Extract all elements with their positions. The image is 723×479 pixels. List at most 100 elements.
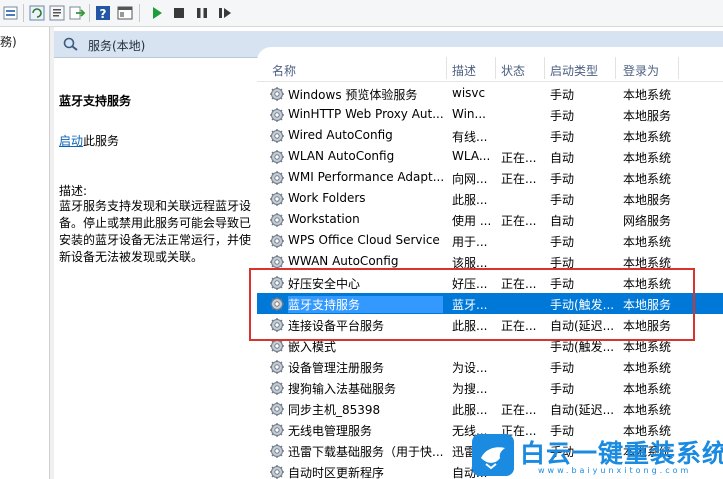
service-row[interactable]: 同步主机_85398 此服... 正在... 自动(延迟... 本地系统 bbox=[257, 398, 723, 419]
service-name: WinHTTP Web Proxy Aut... bbox=[288, 107, 443, 121]
service-gear-icon bbox=[269, 233, 285, 252]
service-startup-type: 手动 bbox=[550, 193, 575, 207]
svg-text:?: ? bbox=[100, 7, 107, 21]
restart-icon[interactable] bbox=[216, 4, 234, 22]
service-row[interactable]: Work Folders 此服... 手动 本地服务 bbox=[257, 188, 723, 209]
service-logon-as: 本地系统 bbox=[623, 403, 672, 417]
column-header-status[interactable]: 状态 bbox=[501, 62, 525, 79]
service-gear-icon bbox=[269, 170, 285, 189]
service-status: 正在... bbox=[501, 214, 537, 228]
column-header-name[interactable]: 名称 bbox=[272, 62, 296, 79]
service-startup-type: 手动 bbox=[550, 109, 575, 123]
back-icon[interactable] bbox=[2, 4, 20, 22]
service-startup-type: 手动 bbox=[550, 88, 575, 102]
service-name: 迅雷下载基础服务（用于快... bbox=[288, 445, 443, 459]
service-gear-icon bbox=[269, 149, 285, 168]
service-name: Work Folders bbox=[288, 191, 366, 205]
service-gear-icon bbox=[269, 212, 285, 231]
description-text: 蓝牙服务支持发现和关联远程蓝牙设备。停止或禁用此服务可能会导致已安装的蓝牙设备无… bbox=[59, 199, 252, 264]
service-logon-as: 本地系统 bbox=[623, 172, 672, 186]
service-status: 正在... bbox=[501, 403, 537, 417]
watermark-title: 白云一键重装系统 bbox=[520, 439, 723, 468]
service-name: 搜狗输入法基础服务 bbox=[288, 382, 397, 396]
properties-icon[interactable] bbox=[48, 4, 66, 22]
service-description: 用于... bbox=[452, 235, 488, 249]
help-icon[interactable]: ? bbox=[94, 4, 112, 22]
console-icon[interactable] bbox=[116, 4, 134, 22]
service-gear-icon bbox=[269, 128, 285, 147]
service-description: Win... bbox=[452, 107, 486, 121]
play-icon[interactable] bbox=[148, 4, 166, 22]
service-row[interactable]: Windows 预览体验服务 wisvc 手动 本地系统 bbox=[257, 83, 723, 104]
stop-icon[interactable] bbox=[170, 4, 188, 22]
service-logon-as: 本地系统 bbox=[623, 130, 672, 144]
service-name: WWAN AutoConfig bbox=[288, 254, 399, 268]
service-row[interactable]: WPS Office Cloud Service 用于... 手动 本地系统 bbox=[257, 230, 723, 251]
service-name: WPS Office Cloud Service bbox=[288, 233, 440, 247]
navigation-pane: 務) bbox=[0, 27, 50, 479]
service-gear-icon bbox=[269, 401, 285, 420]
services-list[interactable]: 名称 描述 状态 启动类型 登录为 Windows 预览体验服务 wisvc 手动本… bbox=[257, 47, 723, 479]
service-startup-type: 手动 bbox=[550, 361, 575, 375]
service-gear-icon bbox=[269, 359, 285, 378]
highlight-annotation bbox=[249, 268, 695, 341]
service-name: Wired AutoConfig bbox=[288, 128, 393, 142]
service-gear-icon bbox=[269, 86, 285, 105]
service-startup-type: 手动 bbox=[550, 382, 575, 396]
pause-icon[interactable] bbox=[193, 4, 211, 22]
start-service-link[interactable]: 启动 bbox=[59, 134, 83, 148]
nav-item-label[interactable]: 務) bbox=[0, 33, 17, 50]
service-row[interactable]: 设备管理注册服务 为设... 手动 本地系统 bbox=[257, 356, 723, 377]
watermark-url: www.baiyunxitong.com bbox=[538, 466, 692, 475]
toolbar: ? bbox=[0, 0, 723, 27]
bird-logo-icon bbox=[472, 434, 514, 476]
service-gear-icon bbox=[269, 380, 285, 399]
service-name: Windows 预览体验服务 bbox=[288, 88, 418, 102]
service-startup-type: 自动 bbox=[550, 151, 575, 165]
service-logon-as: 本地服务 bbox=[623, 109, 672, 123]
search-services-icon bbox=[62, 36, 80, 55]
service-name: 设备管理注册服务 bbox=[288, 361, 385, 375]
export-icon[interactable] bbox=[68, 4, 86, 22]
service-row[interactable]: WMI Performance Adapt... 向网... 正在... 手动 本地系统 bbox=[257, 167, 723, 188]
service-logon-as: 本地系统 bbox=[623, 361, 672, 375]
service-description: 有线... bbox=[452, 130, 488, 144]
service-name: 自动时区更新程序 bbox=[288, 466, 385, 479]
service-logon-as: 本地系统 bbox=[623, 235, 672, 249]
service-description: 向网... bbox=[452, 172, 488, 186]
service-description: 为搜... bbox=[452, 382, 488, 396]
refresh-icon[interactable] bbox=[28, 4, 46, 22]
service-startup-type: 手动 bbox=[550, 172, 575, 186]
service-gear-icon bbox=[269, 443, 285, 462]
service-row[interactable]: Workstation 使用 ... 正在... 自动 网络服务 bbox=[257, 209, 723, 230]
service-description: 使用 ... bbox=[452, 214, 492, 228]
selected-service-name: 蓝牙支持服务 bbox=[59, 94, 132, 108]
watermark: 白云一键重装系统 www.baiyunxitong.com bbox=[472, 434, 723, 478]
service-description: WLA... bbox=[452, 149, 491, 163]
column-header-description[interactable]: 描述 bbox=[452, 62, 476, 79]
service-logon-as: 本地服务 bbox=[623, 193, 672, 207]
column-headers: 名称 描述 状态 启动类型 登录为 bbox=[257, 53, 723, 82]
service-startup-type: 自动(延迟... bbox=[550, 403, 614, 417]
service-status: 正在... bbox=[501, 172, 537, 186]
service-row[interactable]: 搜狗输入法基础服务 为搜... 手动 本地系统 bbox=[257, 377, 723, 398]
column-header-startup-type[interactable]: 启动类型 bbox=[550, 62, 598, 79]
service-name: 同步主机_85398 bbox=[288, 403, 381, 417]
service-gear-icon bbox=[269, 191, 285, 210]
column-header-logon-as[interactable]: 登录为 bbox=[623, 62, 659, 79]
service-row[interactable]: WinHTTP Web Proxy Aut... Win... 手动 本地服务 bbox=[257, 104, 723, 125]
service-startup-type: 自动 bbox=[550, 214, 575, 228]
service-gear-icon bbox=[269, 464, 285, 479]
service-name: WMI Performance Adapt... bbox=[288, 170, 443, 184]
service-gear-icon bbox=[269, 422, 285, 441]
service-logon-as: 网络服务 bbox=[623, 214, 672, 228]
service-row[interactable]: Wired AutoConfig 有线... 手动 本地系统 bbox=[257, 125, 723, 146]
service-description: 此服... bbox=[452, 193, 488, 207]
start-service-line: 启动此服务 bbox=[59, 132, 119, 149]
service-name: Workstation bbox=[288, 212, 360, 226]
service-logon-as: 本地系统 bbox=[623, 88, 672, 102]
description-label: 描述: bbox=[59, 184, 88, 198]
service-row[interactable]: WLAN AutoConfig WLA... 正在... 自动 本地系统 bbox=[257, 146, 723, 167]
service-name: 无线电管理服务 bbox=[288, 424, 373, 438]
start-service-suffix: 此服务 bbox=[83, 134, 120, 148]
